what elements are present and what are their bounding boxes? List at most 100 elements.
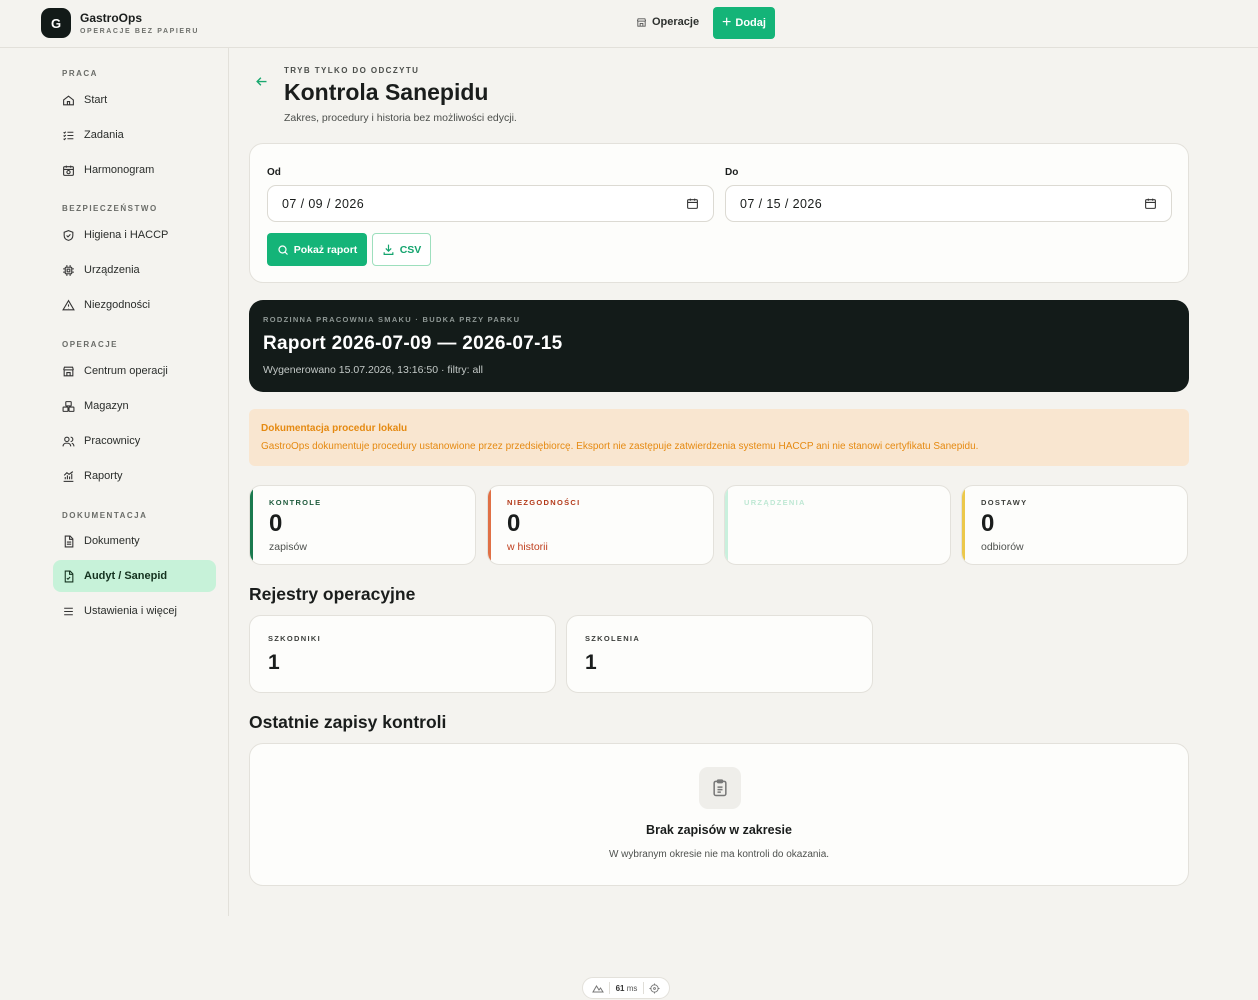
show-report-button[interactable]: Pokaż raport (267, 233, 367, 266)
sidebar-item-raporty[interactable]: Raporty (53, 460, 216, 492)
stat-card-dostawy: DOSTAWY 0 odbiorów (961, 485, 1188, 565)
brand-tagline: OPERACJE BEZ PAPIERU (80, 28, 199, 35)
sidebar-item-label: Ustawienia i więcej (84, 605, 177, 617)
sidebar-section-praca: PRACA (62, 69, 98, 78)
stat-accent-bar (725, 486, 728, 564)
page-subtitle: Zakres, procedury i historia bez możliwo… (284, 112, 517, 124)
empty-state-title: Brak zapisów w zakresie (646, 823, 792, 837)
show-report-label: Pokaż raport (293, 243, 358, 256)
stat-label: DOSTAWY (981, 498, 1028, 507)
stat-unit: w historii (507, 541, 548, 553)
plus-icon: + (722, 14, 732, 31)
register-value: 1 (268, 651, 280, 674)
add-button-label: Dodaj (735, 17, 766, 29)
file-check-icon (64, 570, 74, 582)
stat-card-kontrole: KONTROLE 0 zapisów (249, 485, 476, 565)
to-label: Do (725, 167, 739, 178)
stat-unit: odbiorów (981, 541, 1024, 553)
sidebar-item-label: Magazyn (84, 400, 129, 412)
search-icon (278, 244, 288, 255)
render-time-unit: ms (626, 983, 638, 993)
stat-unit: zapisów (269, 541, 307, 553)
to-date-input[interactable]: 07 / 15 / 2026 (725, 185, 1172, 222)
stat-card-niezgodnosci: NIEZGODNOŚCI 0 w historii (487, 485, 714, 565)
divider (642, 982, 644, 994)
store-icon (636, 17, 647, 27)
csv-export-button[interactable]: CSV (372, 233, 431, 266)
render-time-value: 61 (615, 983, 625, 993)
sidebar-section-operacje: OPERACJE (62, 340, 119, 349)
sidebar-item-audyt-sanepid[interactable]: Audyt / Sanepid (53, 560, 216, 592)
read-only-badge: TRYB TYLKO DO ODCZYTU (284, 66, 420, 75)
boxes-icon (62, 400, 75, 412)
register-card-szkodniki[interactable]: SZKODNIKI 1 (249, 615, 556, 693)
from-date-value: 07 / 09 / 2026 (282, 196, 365, 211)
calendar-clock-icon (63, 165, 74, 176)
sidebar-item-label: Urządzenia (84, 264, 140, 276)
sidebar-item-label: Start (84, 94, 108, 106)
register-card-szkolenia[interactable]: SZKOLENIA 1 (566, 615, 873, 693)
stat-accent-bar (962, 486, 965, 564)
sidebar-item-pracownicy[interactable]: Pracownicy (53, 425, 216, 457)
calendar-icon[interactable] (1144, 197, 1157, 210)
notice-text: GastroOps dokumentuje procedury ustanowi… (261, 441, 979, 452)
chip-icon (63, 264, 74, 276)
stat-accent-bar (250, 486, 253, 564)
report-generated: Wygenerowano 15.07.2026, 13:16:50 · filt… (263, 364, 483, 376)
top-bar: G GastroOps OPERACJE BEZ PAPIERU Operacj… (0, 0, 1258, 48)
app-logo[interactable]: G (41, 8, 71, 38)
stat-card-urzadzenia: URZĄDZENIA (724, 485, 951, 565)
operations-label: Operacje (652, 16, 700, 28)
chart-icon (63, 470, 74, 482)
register-label: SZKODNIKI (268, 634, 321, 643)
from-label: Od (267, 167, 281, 178)
sidebar-item-higiena[interactable]: Higiena i HACCP (53, 219, 216, 251)
document-icon (64, 535, 74, 547)
from-date-input[interactable]: 07 / 09 / 2026 (267, 185, 714, 222)
download-icon (383, 244, 394, 255)
stat-label: KONTROLE (269, 498, 322, 507)
registers-heading: Rejestry operacyjne (249, 584, 416, 604)
sidebar-section-dokumentacja: DOKUMENTACJA (62, 511, 148, 520)
notice-title: Dokumentacja procedur lokalu (261, 423, 408, 434)
stat-accent-bar (488, 486, 491, 564)
to-date-value: 07 / 15 / 2026 (740, 196, 823, 211)
sidebar-item-niezgodnosci[interactable]: Niezgodności (53, 289, 216, 321)
warning-icon (62, 299, 75, 310)
menu-icon (64, 607, 73, 615)
register-label: SZKOLENIA (585, 634, 641, 643)
sidebar-section-bezpieczenstwo: BEZPIECZEŃSTWO (62, 204, 158, 213)
sidebar-item-start[interactable]: Start (53, 84, 216, 116)
back-arrow-icon[interactable] (254, 74, 269, 94)
sidebar-item-label: Pracownicy (84, 435, 141, 447)
target-icon[interactable] (649, 982, 660, 994)
operations-link[interactable]: Operacje (636, 16, 699, 28)
sidebar-item-harmonogram[interactable]: Harmonogram (53, 154, 216, 186)
add-button[interactable]: + Dodaj (713, 7, 775, 39)
stat-value: 0 (981, 510, 995, 537)
sidebar-item-urzadzenia[interactable]: Urządzenia (53, 254, 216, 286)
sidebar-item-zadania[interactable]: Zadania (53, 119, 216, 151)
render-time: 61 ms (616, 984, 638, 993)
report-title: Raport 2026-07-09 — 2026-07-15 (263, 333, 563, 354)
store-icon (63, 366, 74, 376)
sidebar-item-label: Harmonogram (84, 164, 155, 176)
sidebar-item-label: Higiena i HACCP (84, 229, 169, 241)
empty-state-card: Brak zapisów w zakresie W wybranym okres… (249, 743, 1189, 886)
empty-state-text: W wybranym okresie nie ma kontroli do ok… (608, 849, 830, 860)
sidebar-item-magazyn[interactable]: Magazyn (53, 390, 216, 422)
performance-widget[interactable]: 61 ms (582, 977, 670, 999)
home-icon (63, 94, 74, 105)
sidebar-item-centrum-operacji[interactable]: Centrum operacji (53, 355, 216, 387)
sidebar-item-label: Dokumenty (84, 535, 140, 547)
stat-value: 0 (269, 510, 283, 537)
shield-check-icon (63, 229, 74, 241)
stat-value: 0 (507, 510, 521, 537)
sidebar-item-dokumenty[interactable]: Dokumenty (53, 525, 216, 557)
sidebar-item-label: Centrum operacji (84, 365, 168, 377)
sidebar-item-ustawienia[interactable]: Ustawienia i więcej (53, 595, 216, 627)
report-banner: RODZINNA PRACOWNIA SMAKU · BUDKA PRZY PA… (249, 300, 1189, 392)
calendar-icon[interactable] (686, 197, 699, 210)
users-icon (62, 436, 75, 446)
report-location: RODZINNA PRACOWNIA SMAKU · BUDKA PRZY PA… (263, 315, 521, 324)
